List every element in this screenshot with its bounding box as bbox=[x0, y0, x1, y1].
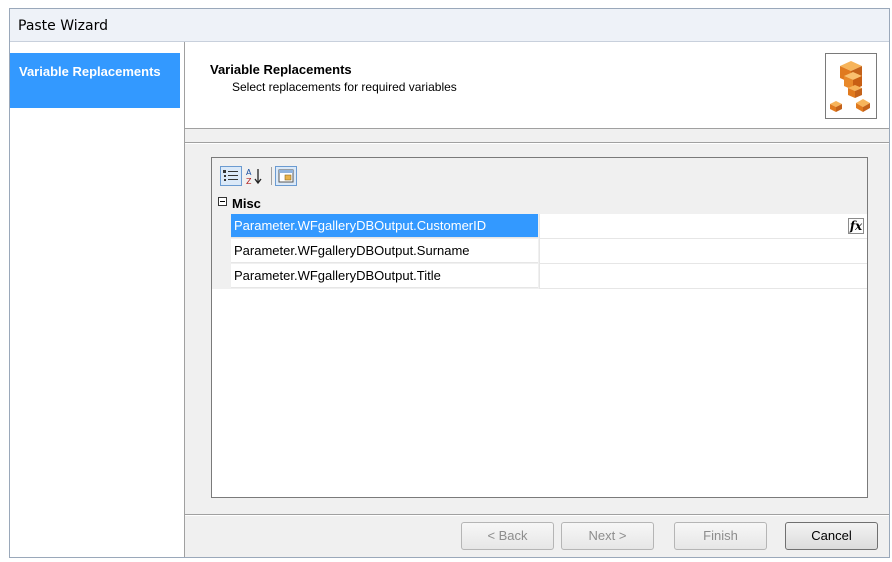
paste-wizard-window: Paste Wizard Variable Replacements Varia… bbox=[9, 8, 890, 558]
svg-text:Z: Z bbox=[246, 177, 252, 186]
next-button[interactable]: Next > bbox=[561, 522, 654, 550]
page-subtitle: Select replacements for required variabl… bbox=[232, 80, 457, 94]
property-grid-toolbar: A Z bbox=[212, 158, 867, 192]
alphabetical-sort-icon[interactable]: A Z bbox=[244, 166, 266, 186]
collapse-icon[interactable] bbox=[218, 197, 227, 206]
property-pages-icon[interactable] bbox=[275, 166, 297, 186]
window-title: Paste Wizard bbox=[18, 18, 108, 34]
toolbar-separator bbox=[271, 167, 272, 185]
property-grid[interactable]: A Z Misc Parameter.WFgalleryDBOutput.Cus… bbox=[211, 157, 868, 498]
categorized-view-icon[interactable] bbox=[220, 166, 242, 186]
back-button[interactable]: < Back bbox=[461, 522, 554, 550]
property-row[interactable]: Parameter.WFgalleryDBOutput.Title bbox=[212, 264, 867, 289]
category-label: Misc bbox=[232, 196, 261, 211]
property-name[interactable]: Parameter.WFgalleryDBOutput.Surname bbox=[231, 239, 538, 263]
cubes-icon bbox=[825, 53, 877, 119]
header-separator bbox=[185, 142, 889, 144]
wizard-header: Variable Replacements Select replacement… bbox=[185, 42, 889, 129]
property-value[interactable]: fx bbox=[539, 214, 867, 239]
page-title: Variable Replacements bbox=[210, 62, 352, 77]
svg-text:A: A bbox=[246, 168, 252, 177]
category-row-misc: Misc bbox=[212, 192, 867, 214]
property-grid-body: Misc Parameter.WFgalleryDBOutput.Custome… bbox=[212, 192, 867, 497]
property-row[interactable]: Parameter.WFgalleryDBOutput.Surname bbox=[212, 239, 867, 264]
wizard-client-area: Variable Replacements Variable Replaceme… bbox=[10, 42, 889, 557]
step-variable-replacements[interactable]: Variable Replacements bbox=[10, 53, 180, 108]
wizard-step-list: Variable Replacements bbox=[10, 42, 185, 557]
finish-button[interactable]: Finish bbox=[674, 522, 767, 550]
property-value[interactable] bbox=[539, 239, 867, 264]
property-row[interactable]: Parameter.WFgalleryDBOutput.CustomerID f… bbox=[212, 214, 867, 239]
property-value[interactable] bbox=[539, 264, 867, 289]
expression-builder-button[interactable]: fx bbox=[848, 218, 864, 234]
cancel-button[interactable]: Cancel bbox=[785, 522, 878, 550]
property-name[interactable]: Parameter.WFgalleryDBOutput.Title bbox=[231, 264, 538, 288]
footer-separator bbox=[185, 514, 889, 516]
title-bar[interactable]: Paste Wizard bbox=[10, 9, 889, 42]
property-name[interactable]: Parameter.WFgalleryDBOutput.CustomerID bbox=[231, 214, 538, 238]
